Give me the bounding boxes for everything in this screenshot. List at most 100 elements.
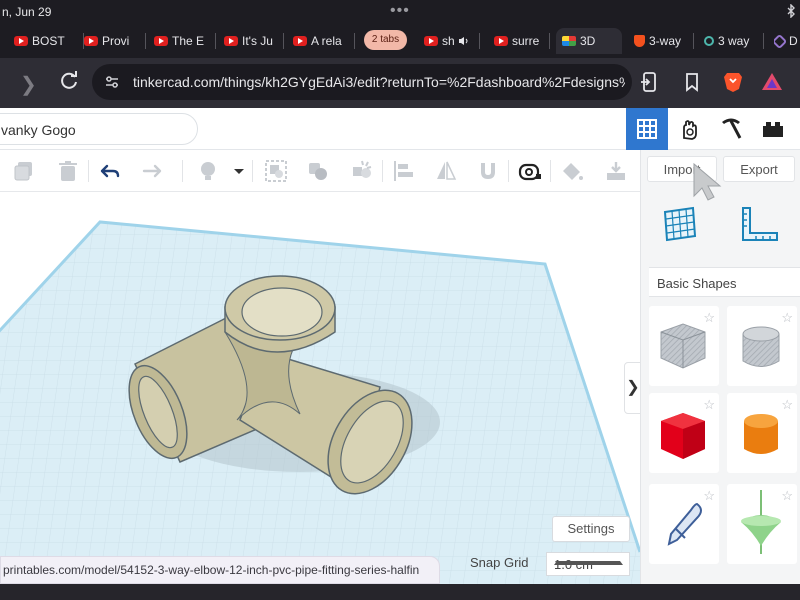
status-dots: ••• xyxy=(390,2,410,19)
mouse-pointer-icon xyxy=(693,162,722,201)
tab-title: 3 way xyxy=(718,34,750,48)
shape-cylinder[interactable]: ☆ xyxy=(727,393,797,473)
undo-icon[interactable] xyxy=(98,159,122,183)
link-hover-preview: printables.com/model/54152-3-way-elbow-1… xyxy=(0,556,440,584)
shape-spinning-top[interactable]: ☆ xyxy=(727,484,797,564)
speaker-icon xyxy=(458,37,468,45)
snap-grid-select[interactable]: 1.0 cm xyxy=(546,552,630,576)
hand-gear-icon xyxy=(683,120,697,140)
open-in-app-icon[interactable] xyxy=(638,70,662,94)
brave-shields-icon[interactable] xyxy=(721,70,745,94)
tab-title: A rela xyxy=(311,34,342,48)
design-name-field[interactable]: vanky Gogo xyxy=(0,113,198,145)
tab-title: The E xyxy=(172,34,205,48)
shape-box[interactable]: ☆ xyxy=(649,393,719,473)
brave-rewards-icon[interactable] xyxy=(760,70,784,94)
browser-tab[interactable]: BOST xyxy=(14,28,84,54)
pipe-elbow-model[interactable] xyxy=(0,192,640,584)
settings-button[interactable]: Settings xyxy=(552,516,630,542)
tab-group-chip[interactable]: 2 tabs xyxy=(364,30,407,50)
url-field[interactable]: tinkercad.com/things/kh2GYgEdAi3/edit?re… xyxy=(92,64,632,100)
tab-title: surre xyxy=(512,34,540,48)
browser-tab[interactable]: D xyxy=(774,28,800,54)
lego-bricks-button[interactable] xyxy=(752,108,794,150)
workplane-tool-icon[interactable] xyxy=(659,204,699,244)
box-icon xyxy=(661,413,705,459)
browser-tab[interactable]: surre xyxy=(494,28,550,54)
mirror-icon[interactable] xyxy=(434,159,458,183)
hexagon-icon xyxy=(774,33,788,49)
youtube-icon xyxy=(293,36,307,46)
search-icon xyxy=(704,36,714,46)
youtube-icon xyxy=(224,36,238,46)
chevron-right-icon: ❯ xyxy=(626,379,640,396)
bluetooth-icon xyxy=(787,4,795,18)
ruler-tool-icon[interactable] xyxy=(739,204,779,244)
cylinder-hole-icon xyxy=(742,326,780,367)
cylinder-icon xyxy=(744,414,778,454)
shape-scribble[interactable]: ☆ xyxy=(649,484,719,564)
tab-title: It's Ju xyxy=(242,34,273,48)
browser-tab-active[interactable]: 3D xyxy=(556,28,622,54)
align-left-icon[interactable] xyxy=(392,159,416,183)
tinkercad-header: vanky Gogo xyxy=(0,108,800,150)
view-3d-button[interactable] xyxy=(626,108,668,150)
trash-icon[interactable] xyxy=(56,159,80,183)
youtube-icon xyxy=(154,36,168,46)
status-time: n, Jun 29 xyxy=(2,5,52,19)
tinkercad-icon xyxy=(562,36,576,46)
browser-tab[interactable]: A rela xyxy=(293,28,355,54)
chevron-down-icon[interactable] xyxy=(232,159,246,183)
redo-icon[interactable] xyxy=(140,159,164,183)
browser-tab[interactable]: 3-way xyxy=(634,28,694,54)
spinning-top-icon xyxy=(741,490,781,554)
ungroup-icon[interactable] xyxy=(306,159,330,183)
brick-icon xyxy=(763,122,783,137)
browser-tab[interactable]: 3 way xyxy=(704,28,764,54)
reload-icon[interactable] xyxy=(58,70,80,92)
ruler-tape-icon[interactable] xyxy=(518,159,542,183)
import-tray-icon[interactable] xyxy=(604,159,628,183)
box-hole-icon xyxy=(660,323,706,369)
system-status-bar: n, Jun 29 ••• xyxy=(0,0,800,24)
shape-cylinder-hole[interactable]: ☆ xyxy=(727,306,797,386)
browser-tab[interactable]: Provi xyxy=(84,28,146,54)
align-icon[interactable] xyxy=(350,159,374,183)
tab-title: Provi xyxy=(102,34,130,48)
forward-icon[interactable]: ❯ xyxy=(20,72,37,97)
link-preview-url: printables.com/model/54152-3-way-elbow-1… xyxy=(3,563,420,577)
copy-icon[interactable] xyxy=(12,159,36,183)
minecraft-button[interactable] xyxy=(710,108,752,150)
pickaxe-icon xyxy=(722,118,742,139)
browser-tab[interactable]: The E xyxy=(154,28,216,54)
grid-view-icon xyxy=(637,119,657,139)
workplane-canvas[interactable] xyxy=(0,192,640,584)
shape-library-dropdown[interactable]: Basic Shapes xyxy=(649,267,800,297)
editor-toolbar xyxy=(0,150,640,192)
paint-bucket-icon[interactable] xyxy=(560,159,584,183)
youtube-icon xyxy=(494,36,508,46)
shapes-panel: Import Export Basic Shapes ☆ ☆ ☆ ☆ ☆ ☆ xyxy=(640,150,800,584)
magnet-icon[interactable] xyxy=(476,159,500,183)
youtube-icon xyxy=(84,36,98,46)
shape-library-title: Basic Shapes xyxy=(657,276,737,291)
site-settings-icon[interactable] xyxy=(104,74,120,90)
bottom-strip xyxy=(0,584,800,600)
brave-shield-icon xyxy=(634,35,645,47)
screen: n, Jun 29 ••• BOST Provi The E It's Ju A… xyxy=(0,0,800,600)
tab-title: sh xyxy=(442,34,455,48)
scribble-pen-icon xyxy=(667,502,702,546)
codeblocks-button[interactable] xyxy=(668,108,710,150)
snap-grid-label: Snap Grid xyxy=(470,555,529,570)
url-text: tinkercad.com/things/kh2GYgEdAi3/edit?re… xyxy=(133,74,625,90)
youtube-icon xyxy=(424,36,438,46)
tab-title: 3D xyxy=(580,34,596,48)
browser-tab[interactable]: It's Ju xyxy=(224,28,284,54)
light-bulb-icon[interactable] xyxy=(196,159,220,183)
shape-box-hole[interactable]: ☆ xyxy=(649,306,719,386)
browser-tab[interactable]: sh xyxy=(424,28,480,54)
export-button[interactable]: Export xyxy=(723,156,795,182)
group-icon[interactable] xyxy=(264,159,288,183)
tab-title: 3-way xyxy=(649,34,682,48)
bookmark-icon[interactable] xyxy=(680,70,704,94)
